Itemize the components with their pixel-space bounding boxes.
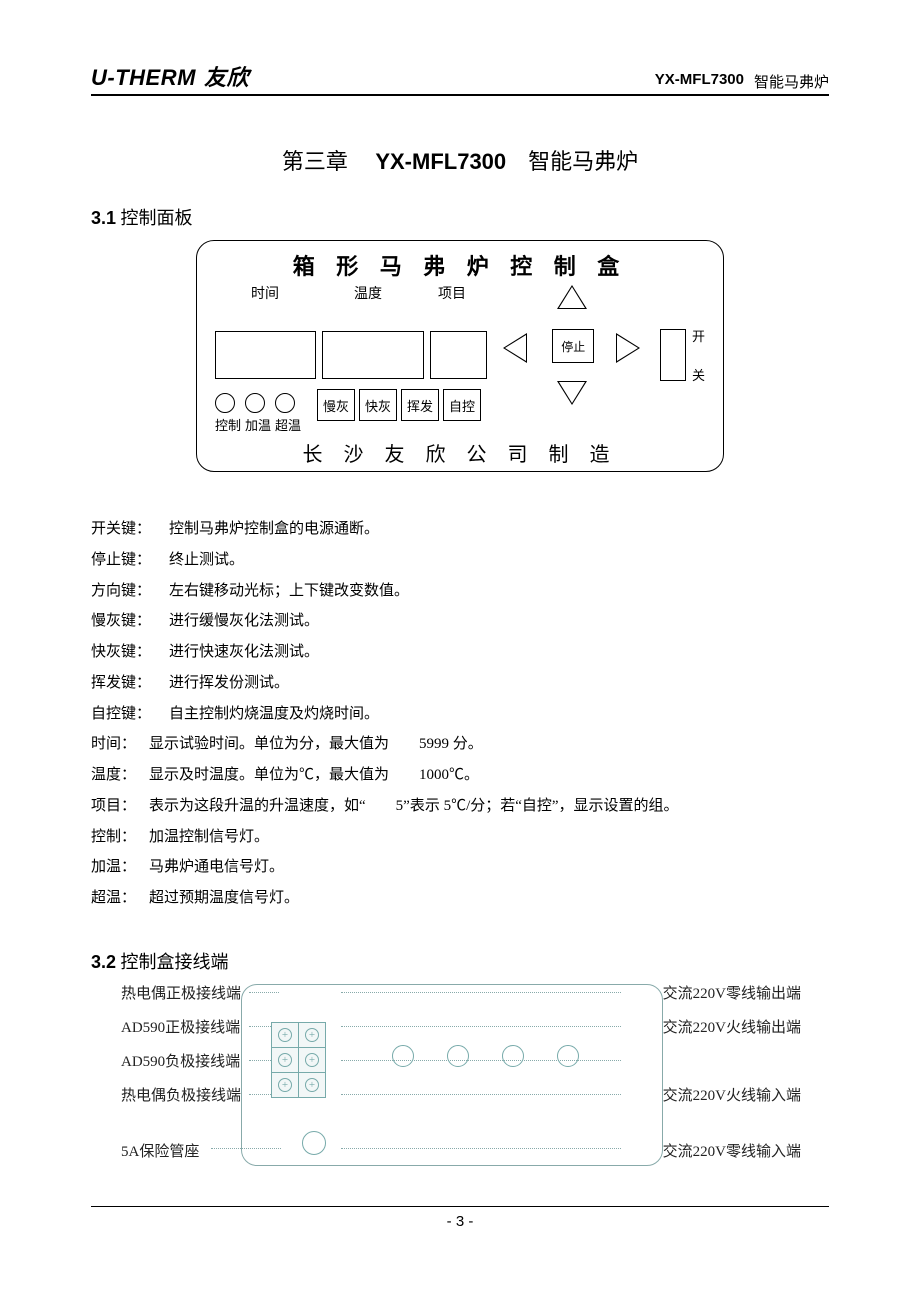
terminal-circle-icon (557, 1045, 579, 1067)
switch-off-label: 关 (692, 365, 705, 384)
brand-cn: 友欣 (204, 60, 249, 92)
section-3-2-title: 控制盒接线端 (121, 952, 229, 972)
chapter-product: 智能马弗炉 (528, 149, 638, 174)
display-item (430, 331, 488, 379)
def-term: 挥发键： (91, 668, 169, 699)
wiring-right-label: 交流220V火线输出端 (663, 1016, 801, 1037)
def-term: 自控键： (91, 699, 169, 730)
def-desc: 自主控制灼烧温度及灼烧时间。 (169, 699, 829, 730)
wiring-right-label: 交流220V火线输入端 (663, 1084, 801, 1105)
section-3-1-heading: 3.1 控制面板 (91, 204, 829, 230)
display-temp (322, 331, 423, 379)
def-desc: 左右键移动光标；上下键改变数值。 (169, 576, 829, 607)
fast-ash-button[interactable]: 快灰 (359, 389, 397, 421)
slow-ash-button[interactable]: 慢灰 (317, 389, 355, 421)
chapter-title: 第三章 YX-MFL7300 智能马弗炉 (91, 144, 829, 176)
def-desc: 超过预期温度信号灯。 (149, 883, 829, 914)
led-control (215, 393, 235, 413)
stop-button[interactable]: 停止 (552, 329, 594, 363)
section-3-1-title: 控制面板 (121, 208, 193, 228)
control-panel-figure: 箱 形 马 弗 炉 控 制 盒 时间 温度 项目 停止 (196, 240, 724, 472)
display-time (215, 331, 316, 379)
wiring-left-label: AD590负极接线端 (121, 1050, 240, 1071)
def-desc: 进行缓慢灰化法测试。 (169, 606, 829, 637)
def-desc: 进行挥发份测试。 (169, 668, 829, 699)
definitions-list: 开关键：控制马弗炉控制盒的电源通断。 停止键：终止测试。 方向键：左右键移动光标… (91, 514, 829, 914)
led-heat (245, 393, 265, 413)
section-3-2-num: 3.2 (91, 952, 116, 972)
footer-rule (91, 1206, 829, 1207)
power-switch[interactable] (660, 329, 686, 381)
terminal-circle-icon (502, 1045, 524, 1067)
wiring-right-label: 交流220V零线输入端 (663, 1140, 801, 1161)
def-desc: 控制马弗炉控制盒的电源通断。 (169, 514, 829, 545)
def-term: 慢灰键： (91, 606, 169, 637)
page-number: - 3 - (91, 1213, 829, 1230)
def-term: 停止键： (91, 545, 169, 576)
def-term: 超温： (91, 883, 149, 914)
terminal-circle-icon (392, 1045, 414, 1067)
led-label-control: 控制 (215, 415, 241, 434)
page-header: U-THERM 友欣 YX-MFL7300 智能马弗炉 (91, 60, 829, 96)
section-3-2-heading: 3.2 控制盒接线端 (91, 948, 829, 974)
def-desc: 加温控制信号灯。 (149, 822, 829, 853)
section-3-1-num: 3.1 (91, 208, 116, 228)
def-desc: 显示试验时间。单位为分，最大值为 5999 分。 (149, 729, 829, 760)
led-overtemp (275, 393, 295, 413)
chapter-label: 第三章 (282, 149, 348, 174)
wiring-diagram: 热电偶正极接线端 AD590正极接线端 AD590负极接线端 热电偶负极接线端 … (131, 984, 771, 1166)
def-desc: 进行快速灰化法测试。 (169, 637, 829, 668)
def-term: 方向键： (91, 576, 169, 607)
def-term: 温度： (91, 760, 149, 791)
right-arrow-button[interactable] (616, 333, 640, 363)
arrow-pad: 停止 (497, 285, 646, 405)
def-term: 项目： (91, 791, 149, 822)
panel-maker: 长 沙 友 欣 公 司 制 造 (215, 438, 705, 467)
brand-en: U-THERM (91, 65, 196, 91)
wiring-left-label: AD590正极接线端 (121, 1016, 240, 1037)
led-label-heat: 加温 (245, 415, 271, 434)
label-time: 时间 (215, 283, 315, 303)
def-term: 加温： (91, 852, 149, 883)
header-model-code: YX-MFL7300 (655, 71, 744, 92)
header-model: YX-MFL7300 智能马弗炉 (655, 71, 829, 92)
label-temp: 温度 (315, 283, 421, 303)
terminal-circle-icon (447, 1045, 469, 1067)
fuse-socket-icon (302, 1131, 326, 1155)
header-product-name: 智能马弗炉 (754, 71, 829, 92)
up-arrow-button[interactable] (557, 285, 587, 309)
def-term: 开关键： (91, 514, 169, 545)
volatile-button[interactable]: 挥发 (401, 389, 439, 421)
wiring-left-label: 热电偶正极接线端 (121, 982, 241, 1003)
def-term: 控制： (91, 822, 149, 853)
def-term: 快灰键： (91, 637, 169, 668)
left-arrow-button[interactable] (503, 333, 527, 363)
wiring-right-label: 交流220V零线输出端 (663, 982, 801, 1003)
def-desc: 终止测试。 (169, 545, 829, 576)
brand-logo: U-THERM 友欣 (91, 60, 249, 92)
wiring-left-label: 5A保险管座 (121, 1140, 199, 1161)
def-desc: 显示及时温度。单位为℃，最大值为 1000℃。 (149, 760, 829, 791)
switch-on-label: 开 (692, 326, 705, 345)
label-item: 项目 (421, 283, 483, 303)
chapter-model: YX-MFL7300 (375, 149, 506, 174)
def-desc: 马弗炉通电信号灯。 (149, 852, 829, 883)
def-desc: 表示为这段升温的升温速度，如“ 5”表示 5℃/分；若“自控”，显示设置的组。 (149, 791, 829, 822)
led-label-overtemp: 超温 (275, 415, 301, 434)
down-arrow-button[interactable] (557, 381, 587, 405)
auto-button[interactable]: 自控 (443, 389, 481, 421)
def-term: 时间： (91, 729, 149, 760)
wiring-left-label: 热电偶负极接线端 (121, 1084, 241, 1105)
panel-title: 箱 形 马 弗 炉 控 制 盒 (215, 249, 705, 281)
